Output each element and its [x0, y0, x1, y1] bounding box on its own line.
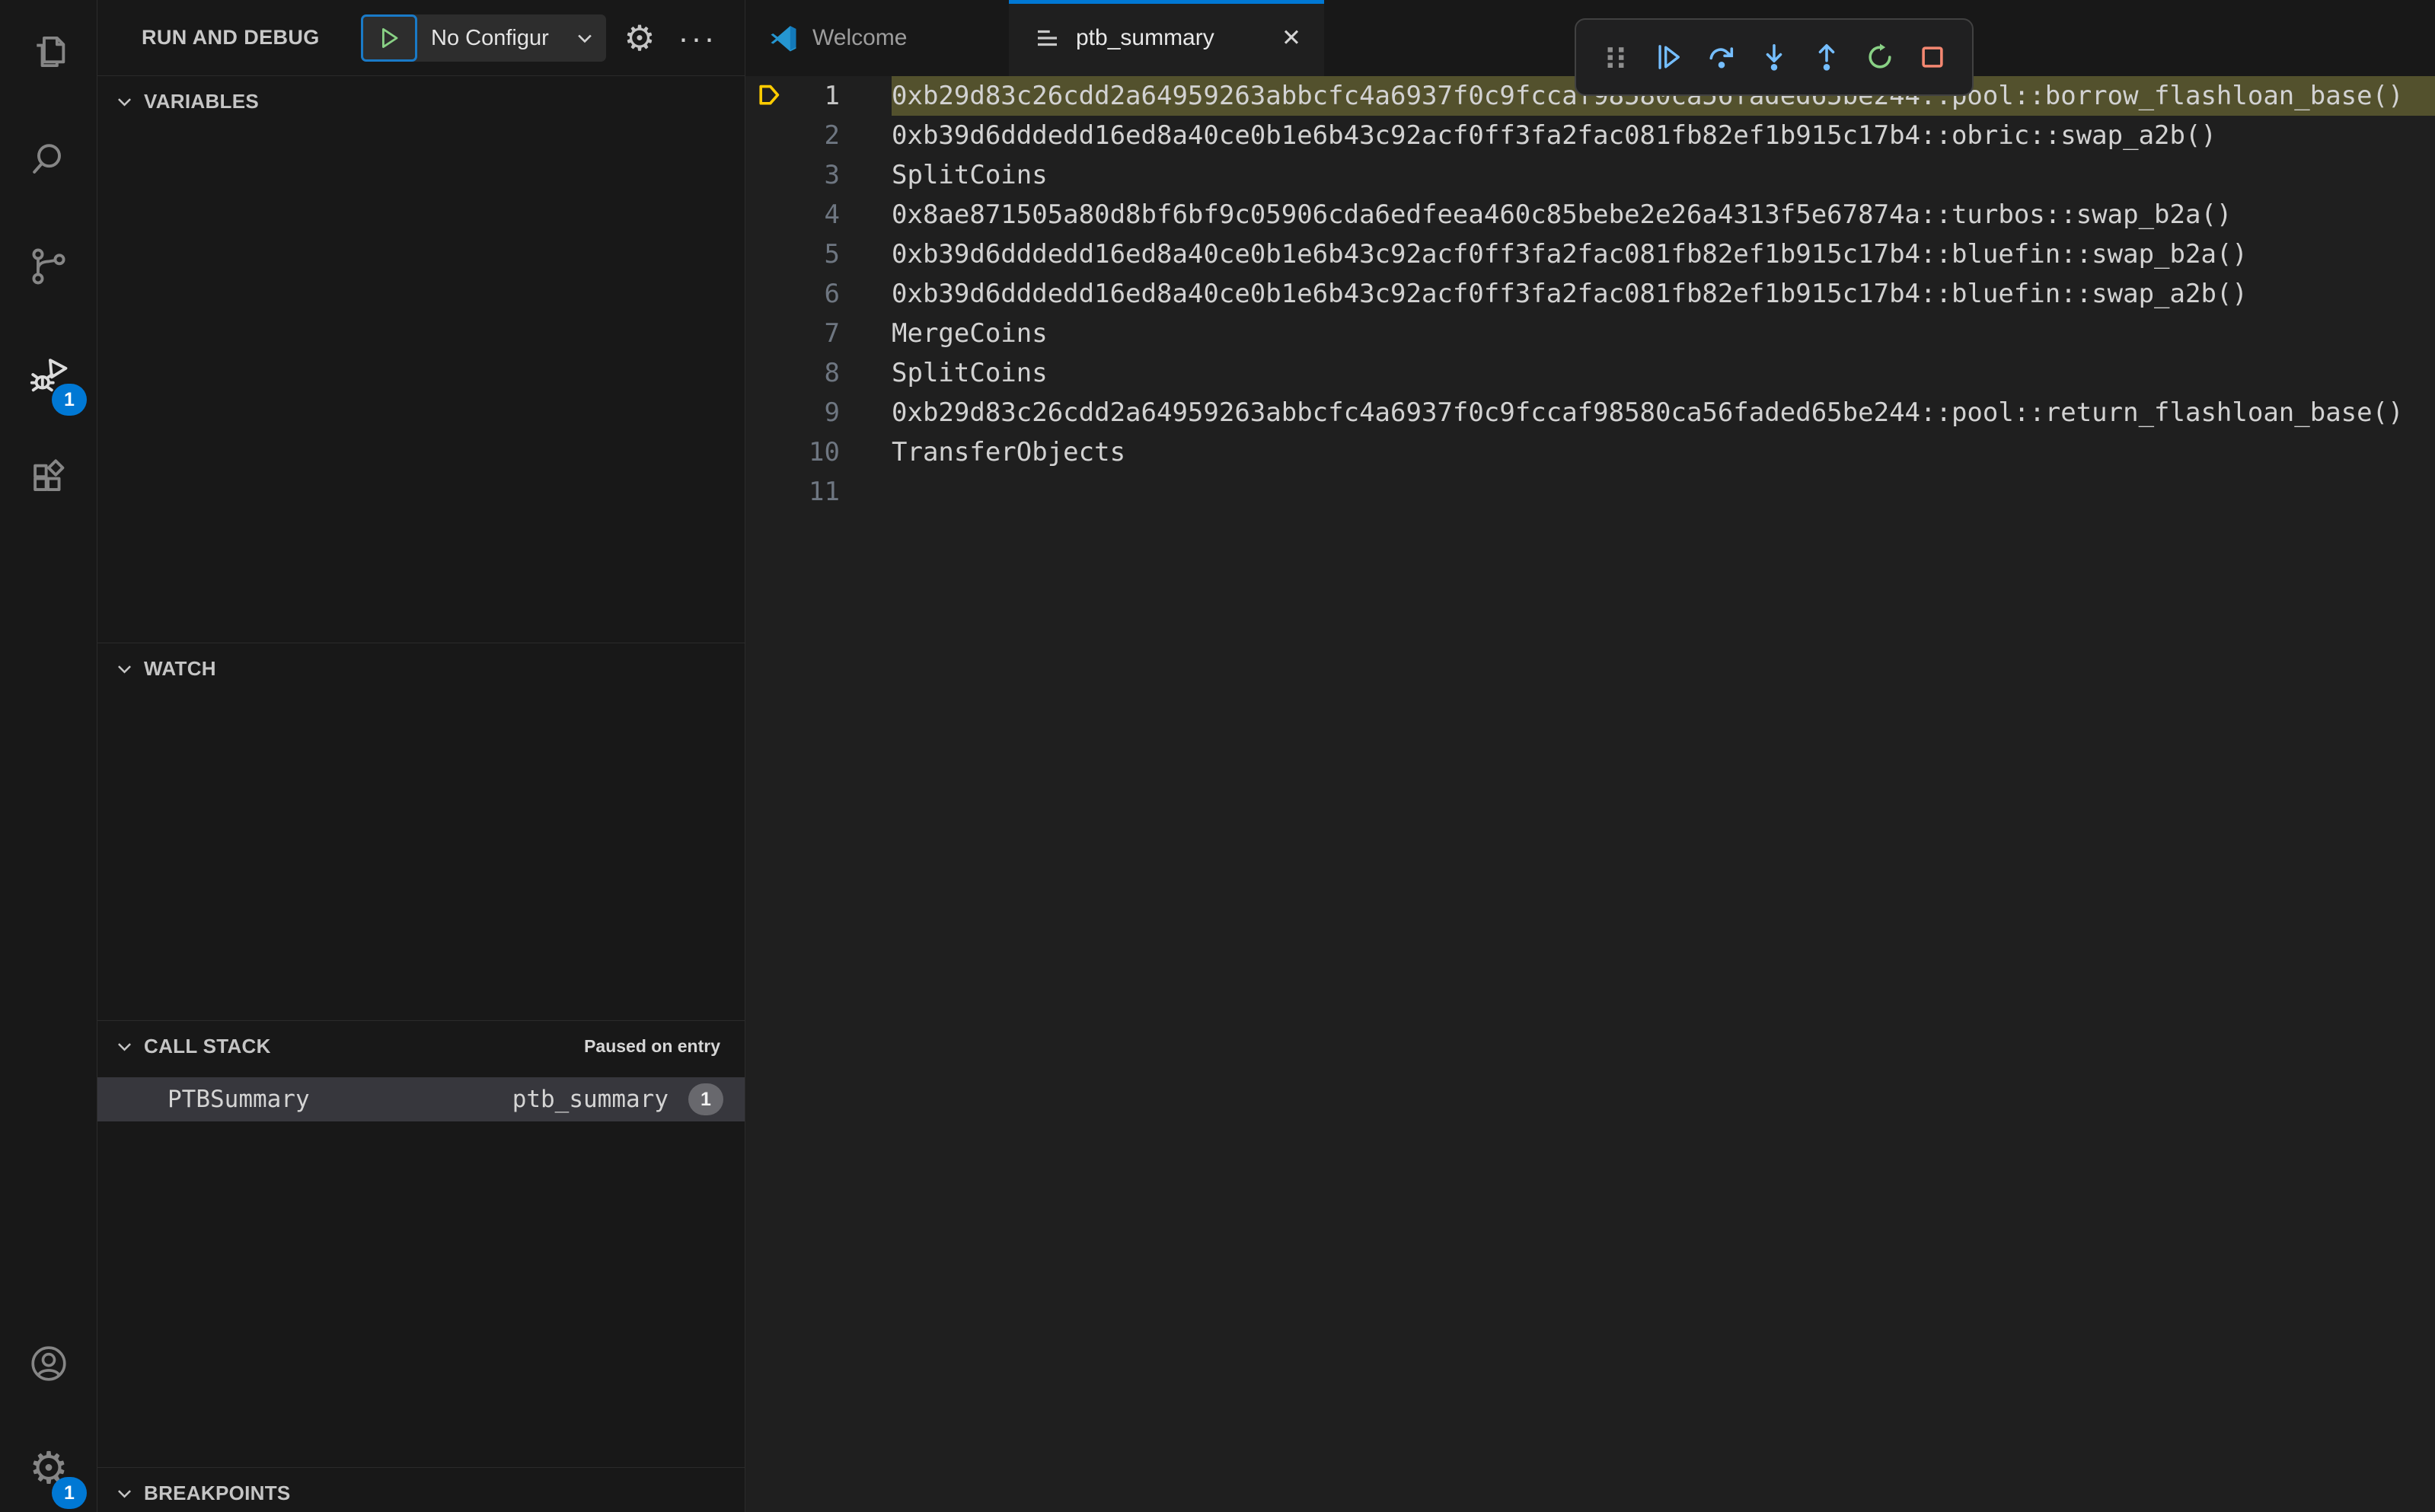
grip-icon: [1607, 47, 1624, 69]
frame-name: PTBSummary: [168, 1086, 310, 1113]
vscode-window: 1 ⚙ 1 RUN AND DEBUG No Configur ⚙ ··· VA…: [0, 0, 2435, 1512]
chevron-down-icon: [118, 1489, 131, 1498]
code-line-5[interactable]: 5 0xb39d6dddedd16ed8a40ce0b1e6b43c92acf0…: [745, 234, 2435, 274]
restart-icon: [1869, 43, 1891, 69]
chevron-down-icon: [118, 1042, 131, 1051]
code-editor[interactable]: 1 0xb29d83c26cdd2a64959263abbcfc4a6937f0…: [745, 76, 2435, 1512]
debug-settings-gear-icon[interactable]: ⚙: [617, 0, 662, 76]
code-line-9[interactable]: 9 0xb29d83c26cdd2a64959263abbcfc4a6937f0…: [745, 393, 2435, 432]
tab-label: ptb_summary: [1076, 25, 1214, 50]
activity-bar: 1 ⚙ 1: [0, 0, 97, 1512]
code-line-3[interactable]: 3 SplitCoins: [745, 155, 2435, 195]
toolbar-drag-handle[interactable]: [1594, 36, 1637, 78]
settings-badge: 1: [52, 1477, 87, 1509]
breakpoint-gutter[interactable]: [745, 155, 788, 195]
step-over-icon: [1709, 47, 1733, 69]
breakpoints-section: BREAKPOINTS: [97, 1467, 745, 1512]
breakpoint-gutter[interactable]: [745, 353, 788, 393]
continue-icon: [1658, 45, 1680, 69]
tab-welcome[interactable]: Welcome: [745, 0, 1009, 76]
start-debug-button[interactable]: [361, 14, 417, 62]
breakpoints-section-header[interactable]: BREAKPOINTS: [97, 1468, 745, 1512]
sidebar-header: RUN AND DEBUG No Configur ⚙ ···: [97, 0, 745, 76]
list-file-icon: [1038, 30, 1057, 46]
code-line-11[interactable]: 11: [745, 472, 2435, 512]
call-stack-section-header[interactable]: CALL STACK Paused on entry: [97, 1021, 745, 1071]
watch-section: WATCH: [97, 643, 745, 1020]
search-icon[interactable]: [0, 116, 97, 204]
step-into-icon: [1766, 44, 1782, 71]
extensions-icon[interactable]: [0, 435, 97, 524]
current-line-pointer-icon: [759, 85, 780, 105]
tab-ptb-summary[interactable]: ptb_summary ✕: [1009, 0, 1324, 76]
debug-sidebar: RUN AND DEBUG No Configur ⚙ ··· VARIABLE…: [97, 0, 745, 1512]
pause-status: Paused on entry: [584, 1035, 720, 1056]
variables-section-header[interactable]: VARIABLES: [97, 76, 745, 126]
continue-button[interactable]: [1647, 36, 1690, 78]
breakpoint-gutter[interactable]: [745, 432, 788, 472]
code-line-4[interactable]: 4 0x8ae871505a80d8bf6bf9c05906cda6edfeea…: [745, 195, 2435, 234]
chevron-down-icon[interactable]: [574, 27, 595, 49]
sidebar-title: RUN AND DEBUG: [142, 26, 320, 49]
stop-button[interactable]: [1911, 36, 1954, 78]
call-stack-section: CALL STACK Paused on entry PTBSummary pt…: [97, 1020, 745, 1467]
breakpoint-gutter[interactable]: [745, 472, 788, 512]
code-line-6[interactable]: 6 0xb39d6dddedd16ed8a40ce0b1e6b43c92acf0…: [745, 274, 2435, 314]
debug-badge: 1: [52, 384, 87, 416]
breakpoint-gutter[interactable]: [745, 274, 788, 314]
code-line-2[interactable]: 2 0xb39d6dddedd16ed8a40ce0b1e6b43c92acf0…: [745, 116, 2435, 155]
source-control-icon[interactable]: [0, 222, 97, 311]
stop-icon: [1922, 46, 1943, 68]
step-over-button[interactable]: [1700, 36, 1743, 78]
vscode-logo-icon: [771, 26, 796, 52]
breakpoint-gutter[interactable]: [745, 116, 788, 155]
watch-section-header[interactable]: WATCH: [97, 643, 745, 694]
breakpoint-gutter[interactable]: [745, 76, 788, 116]
editor-group: Welcome ptb_summary ✕ 1 0xb29d83c26cdd2a…: [745, 0, 2435, 1512]
explorer-icon[interactable]: [0, 8, 97, 96]
run-and-debug-icon[interactable]: 1: [0, 330, 97, 419]
debug-toolbar: [1575, 18, 1974, 96]
chevron-down-icon: [118, 97, 131, 107]
chevron-down-icon: [118, 665, 131, 674]
frame-file: ptb_summary: [512, 1086, 669, 1113]
breakpoint-gutter[interactable]: [745, 314, 788, 353]
step-out-button[interactable]: [1805, 36, 1848, 78]
step-out-icon: [1818, 44, 1835, 71]
frame-badge: 1: [688, 1083, 723, 1115]
step-into-button[interactable]: [1753, 36, 1795, 78]
code-line-7[interactable]: 7 MergeCoins: [745, 314, 2435, 353]
restart-button[interactable]: [1859, 36, 1901, 78]
config-dropdown[interactable]: No Configur: [417, 26, 549, 51]
code-line-8[interactable]: 8 SplitCoins: [745, 353, 2435, 393]
tab-label: Welcome: [812, 25, 908, 50]
more-actions-icon[interactable]: ···: [673, 0, 722, 76]
code-line-10[interactable]: 10 TransferObjects: [745, 432, 2435, 472]
stack-frame-row[interactable]: PTBSummary ptb_summary 1: [97, 1077, 745, 1121]
breakpoint-gutter[interactable]: [745, 393, 788, 432]
breakpoint-gutter[interactable]: [745, 234, 788, 274]
breakpoint-gutter[interactable]: [745, 195, 788, 234]
variables-section: VARIABLES: [97, 76, 745, 643]
settings-gear-icon[interactable]: ⚙ 1: [0, 1424, 97, 1512]
close-icon[interactable]: ✕: [1281, 24, 1301, 52]
launch-config-control: No Configur: [361, 14, 606, 62]
account-icon[interactable]: [0, 1319, 97, 1408]
